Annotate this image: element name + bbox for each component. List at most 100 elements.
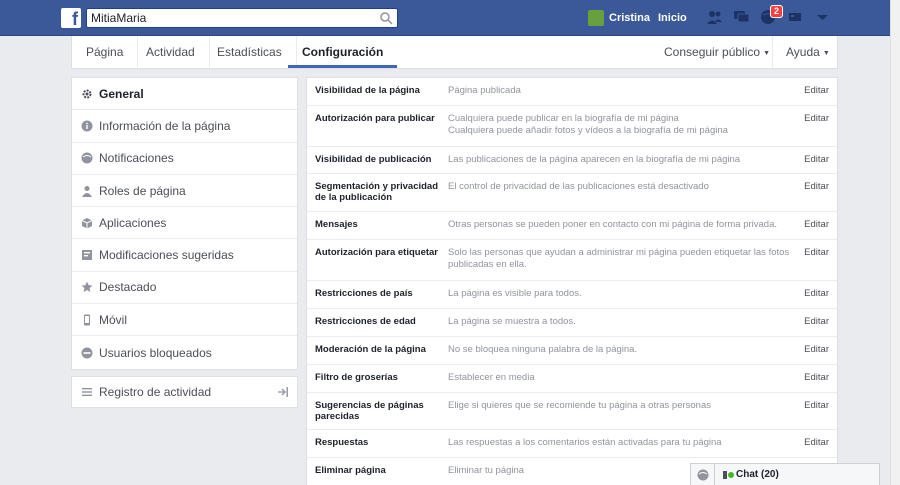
help-label: Ayuda	[786, 45, 820, 59]
facebook-logo[interactable]: f	[61, 8, 81, 28]
sidebar-item-label: Usuarios bloqueados	[99, 345, 212, 360]
user-name: Cristina	[609, 12, 650, 24]
promote-label: Conseguir público	[664, 45, 761, 59]
sidebar-item-blocked-users[interactable]: Usuarios bloqueados	[72, 336, 297, 368]
tab-configuracion[interactable]: Configuración	[288, 36, 398, 68]
messages-icon[interactable]	[733, 9, 750, 25]
person-icon	[82, 185, 92, 197]
settings-row: Mensajes Otras personas se pueden poner …	[307, 212, 837, 240]
search-input[interactable]	[87, 9, 367, 27]
edit-link[interactable]: Editar	[799, 288, 829, 301]
settings-row: Sugerencias de páginas parecidas Elige s…	[307, 393, 837, 430]
profile-link[interactable]: Cristina	[588, 10, 650, 26]
avatar	[588, 10, 604, 26]
friend-requests-icon[interactable]	[706, 9, 723, 25]
globe-icon	[697, 469, 708, 480]
setting-value: Las publicaciones de la página aparecen …	[448, 154, 741, 165]
edit-link[interactable]: Editar	[799, 316, 829, 329]
setting-label: Respuestas	[315, 437, 369, 448]
list-icon	[82, 388, 92, 396]
home-link[interactable]: Inicio	[658, 12, 687, 24]
setting-label: Visibilidad de publicación	[315, 154, 432, 165]
setting-value: El control de privacidad de las publicac…	[448, 181, 709, 192]
settings-row: Visibilidad de la página Página publicad…	[307, 78, 837, 106]
export-arrow-icon	[278, 387, 288, 397]
star-icon	[81, 281, 93, 293]
setting-value: Solo las personas que ayudan a administr…	[448, 247, 790, 270]
online-indicator	[728, 471, 734, 478]
activity-log-label: Registro de actividad	[99, 385, 212, 399]
setting-value: Página publicada	[448, 85, 521, 96]
setting-label: Visibilidad de la página	[315, 85, 420, 96]
edit-link[interactable]: Editar	[799, 85, 829, 98]
sidebar-item-notifications[interactable]: Notificaciones	[72, 143, 297, 175]
setting-label: Eliminar página	[315, 465, 386, 476]
sidebar-item-info[interactable]: Información de la página	[72, 110, 297, 143]
edit-link[interactable]: Editar	[799, 219, 829, 232]
settings-row: Visibilidad de publicación Las publicaci…	[307, 147, 837, 174]
sidebar-item-apps[interactable]: Aplicaciones	[72, 207, 297, 240]
sidebar-item-label: Móvil	[99, 312, 128, 327]
settings-row: Autorización para etiquetar Solo las per…	[307, 240, 837, 281]
edit-link[interactable]: Editar	[799, 400, 829, 422]
help-menu[interactable]: Ayuda ▼	[772, 36, 830, 68]
chat-bar: Chat (20)	[690, 463, 880, 485]
settings-row: Restricciones de edad La página se muest…	[307, 309, 837, 337]
caret-down-icon: ▼	[763, 50, 770, 57]
sidebar-item-suggested-edits[interactable]: Modificaciones sugeridas	[72, 239, 297, 272]
sidebar-item-label: Información de la página	[99, 118, 231, 133]
tab-actividad[interactable]: Actividad	[132, 36, 210, 68]
chat-globe-button[interactable]	[690, 463, 715, 485]
caret-down-icon: ▼	[822, 50, 830, 57]
cube-icon	[81, 217, 93, 229]
setting-label: Segmentación y privacidad de la publicac…	[315, 181, 439, 203]
sidebar-item-label: Notificaciones	[99, 151, 174, 166]
settings-row: Moderación de la página No se bloquea ni…	[307, 337, 837, 365]
edit-link[interactable]: Editar	[799, 247, 829, 273]
edit-link[interactable]: Editar	[799, 154, 829, 166]
settings-row: Filtro de groserías Establecer en media …	[307, 365, 837, 393]
setting-value: Elige si quieres que se recomiende tu pá…	[448, 400, 711, 411]
top-icon-group: 2	[706, 5, 831, 25]
setting-value: La página es visible para todos.	[448, 288, 582, 299]
setting-label: Moderación de la página	[315, 344, 426, 355]
setting-label: Autorización para etiquetar	[315, 247, 438, 258]
edit-link[interactable]: Editar	[799, 372, 829, 385]
setting-value: No se bloquea ninguna palabra de la pági…	[448, 344, 638, 355]
sidebar-item-general[interactable]: General	[72, 78, 297, 111]
sidebar-item-mobile[interactable]: Móvil	[72, 304, 297, 337]
notifications-button[interactable]: 2	[760, 5, 784, 25]
gear-icon	[82, 89, 92, 99]
tab-estadisticas[interactable]: Estadísticas	[203, 36, 297, 68]
search-box[interactable]	[86, 8, 398, 28]
activity-log-link[interactable]: Registro de actividad	[71, 376, 298, 408]
edit-link[interactable]: Editar	[799, 344, 829, 357]
tab-pagina[interactable]: Página	[72, 36, 139, 68]
sidebar-item-roles[interactable]: Roles de página	[72, 175, 297, 208]
sidebar-item-label: Destacado	[99, 280, 157, 295]
scrollbar[interactable]	[890, 0, 900, 485]
search-icon[interactable]	[379, 11, 393, 25]
settings-panel: Visibilidad de la página Página publicad…	[306, 77, 838, 485]
settings-row: Restricciones de país La página es visib…	[307, 281, 837, 309]
setting-label: Restricciones de edad	[315, 316, 416, 327]
suggestion-icon	[82, 250, 92, 261]
edit-link[interactable]: Editar	[799, 113, 829, 139]
setting-value: La página se muestra a todos.	[448, 316, 576, 327]
edit-link[interactable]: Editar	[799, 437, 829, 450]
page-nav: Página Actividad Estadísticas Configurac…	[71, 36, 838, 69]
settings-row: Segmentación y privacidad de la publicac…	[307, 174, 837, 212]
setting-label: Autorización para publicar	[315, 113, 435, 124]
privacy-icon[interactable]	[787, 9, 804, 25]
setting-value: Otras personas se pueden poner en contac…	[448, 219, 778, 230]
phone-icon	[84, 314, 90, 326]
chat-tab[interactable]: Chat (20)	[715, 463, 880, 485]
edit-link[interactable]: Editar	[799, 181, 829, 204]
setting-label: Filtro de groserías	[315, 372, 398, 383]
chevron-down-icon[interactable]	[814, 9, 831, 25]
sidebar-item-label: General	[99, 86, 144, 101]
setting-value: Cualquiera puede publicar en la biografí…	[448, 113, 728, 136]
person-icon	[723, 470, 727, 479]
sidebar-item-featured[interactable]: Destacado	[72, 272, 297, 305]
promote-menu[interactable]: Conseguir público ▼	[664, 36, 770, 68]
